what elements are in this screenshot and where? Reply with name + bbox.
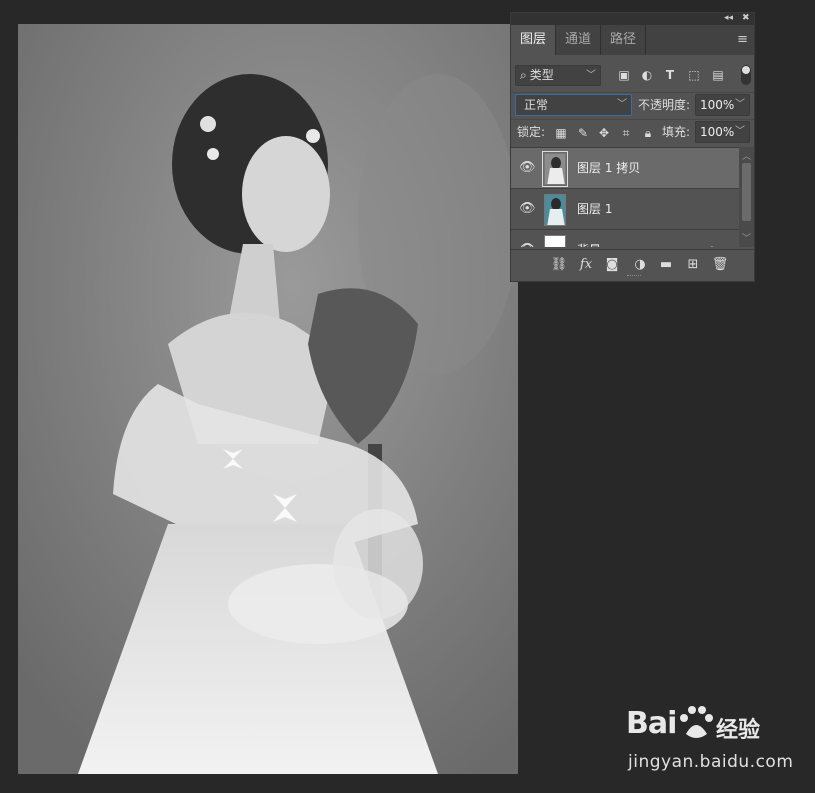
fx-icon[interactable]: fx [576,256,596,274]
layer-name: 图层 1 [577,202,613,216]
link-layers-icon[interactable]: ⛓ [549,256,569,274]
layer-thumbnail [544,194,566,226]
layers-scrollbar[interactable]: ︿ ﹀ [739,147,754,247]
layers-list: 👁︎ 图层 1 拷贝 👁︎ 图层 1 👁︎ 背景 🔒︎ [511,147,754,247]
eye-icon[interactable]: 👁︎ [519,160,536,176]
scrollbar-thumb[interactable] [742,163,751,221]
panel-titlebar[interactable]: ◂◂ ✖ [511,13,754,25]
smart-object-filter-icon[interactable]: ▤ [709,66,727,84]
layer-filter-row: ⌕ 类型 ﹀ ▣ ◐ T ⬚ ▤ [511,63,754,89]
layer-row[interactable]: 👁︎ 图层 1 拷贝 [511,148,739,189]
type-filter-icon[interactable]: T [661,66,679,84]
layer-row[interactable]: 👁︎ 图层 1 [511,189,739,230]
workspace: ◂◂ ✖ 图层 通道 路径 ≡ ⌕ 类型 ﹀ ▣ ◐ T ⬚ ▤ 正常 ﹀ 不透… [0,0,815,793]
image-filter-icon[interactable]: ▣ [615,66,633,84]
panel-footer: ⛓ fx ◙ ◑ ▬ ⊞ 🗑︎ [511,249,754,279]
paw-icon [680,706,713,738]
adjustment-layer-icon[interactable]: ◑ [630,256,650,274]
opacity-value: 100% [700,98,735,112]
chevron-down-icon: ﹀ [735,126,745,137]
canvas-image[interactable] [18,24,518,774]
eye-icon[interactable]: 👁︎ [519,201,536,217]
watermark-brand: Bai [626,706,677,741]
lock-move-icon[interactable]: ✥ [595,123,613,143]
watermark-chinese: 经验 [716,718,761,743]
lock-all-icon[interactable]: 🔒︎ [639,123,657,143]
search-icon: ⌕ [520,68,527,82]
portrait-photo [18,24,518,774]
fill-input[interactable]: 100% ﹀ [695,121,750,143]
chevron-down-icon: ﹀ [617,99,627,110]
layer-kind-label: 类型 [529,68,554,82]
chevron-down-icon: ﹀ [735,99,745,110]
layers-panel: ◂◂ ✖ 图层 通道 路径 ≡ ⌕ 类型 ﹀ ▣ ◐ T ⬚ ▤ 正常 ﹀ 不透… [510,12,755,282]
folder-icon[interactable]: ▬ [656,256,676,274]
add-mask-icon[interactable]: ◙ [602,256,622,274]
layer-thumbnail [544,235,566,247]
new-layer-icon[interactable]: ⊞ [683,256,703,274]
layer-kind-select[interactable]: ⌕ 类型 ﹀ [515,65,601,86]
opacity-label: 不透明度: [638,98,691,112]
lock-transparent-icon[interactable]: ▦ [552,123,570,143]
close-icon[interactable]: ✖ [742,12,750,24]
shape-filter-icon[interactable]: ⬚ [685,66,703,84]
collapse-icon[interactable]: ◂◂ [724,12,733,24]
layer-thumbnail [542,151,568,187]
fill-value: 100% [700,125,735,139]
watermark-url: jingyan.baidu.com [628,752,794,772]
lock-label: 锁定: [517,125,546,139]
opacity-input[interactable]: 100% ﹀ [695,94,750,116]
baidu-watermark: Bai 经验 jingyan.baidu.com [624,706,793,778]
layer-name: 背景 [577,230,601,247]
chevron-down-icon: ﹀ [586,70,596,81]
fill-label: 填充: [662,125,691,139]
lock-row: 锁定: ▦ ✎ ✥ ⌗ 🔒︎ 填充: 100% ﹀ [511,119,754,145]
lock-icon: 🔒︎ [709,242,715,247]
lock-artboard-icon[interactable]: ⌗ [617,123,635,143]
tab-channels[interactable]: 通道 [556,25,602,55]
tab-paths[interactable]: 路径 [601,25,647,55]
blend-mode-select[interactable]: 正常 ﹀ [515,94,632,116]
filter-toggle[interactable] [741,65,751,85]
panel-resize-handle[interactable] [627,275,641,278]
adjustment-filter-icon[interactable]: ◐ [638,66,656,84]
eye-icon[interactable]: 👁︎ [519,242,536,247]
lock-paint-icon[interactable]: ✎ [574,123,592,143]
scroll-down-icon[interactable]: ﹀ [741,231,752,244]
layer-name: 图层 1 拷贝 [577,161,641,175]
blend-mode-value: 正常 [524,98,549,112]
panel-tabs: 图层 通道 路径 ≡ [511,25,754,55]
blend-row: 正常 ﹀ 不透明度: 100% ﹀ [511,92,754,118]
tab-layers[interactable]: 图层 [511,25,557,55]
layer-row[interactable]: 👁︎ 背景 🔒︎ [511,230,739,247]
trash-icon[interactable]: 🗑︎ [710,256,730,274]
panel-menu-icon[interactable]: ≡ [737,32,748,47]
scroll-up-icon[interactable]: ︿ [741,149,752,162]
